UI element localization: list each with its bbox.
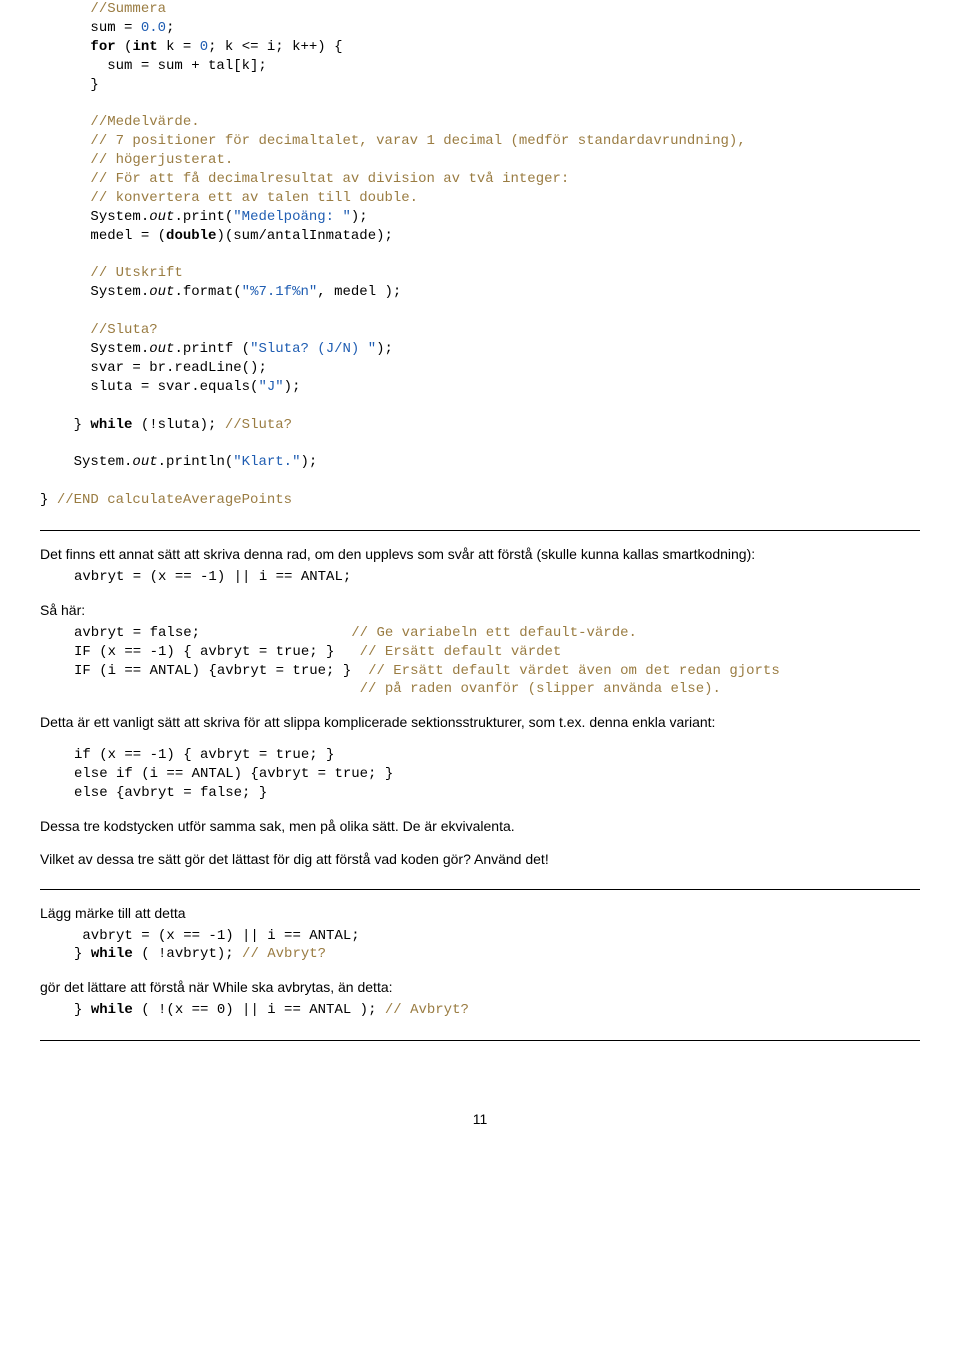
code-text: ( !(x == 0) || i == ANTAL ); (133, 1002, 385, 1018)
code-text: } (74, 417, 91, 433)
code-text: IF (x == -1) { avbryt = true; } (74, 644, 334, 660)
code-text: if (x == -1) { avbryt = true; } (74, 747, 334, 763)
comment: //Medelvärde. (90, 114, 199, 130)
comment: // 7 positioner för decimaltalet, varav … (90, 133, 745, 149)
keyword: while (91, 1002, 133, 1018)
code-text: sum = sum + tal[k]; (40, 58, 267, 74)
code-text: , medel ); (317, 284, 401, 300)
code-text: ); (376, 341, 393, 357)
divider (40, 889, 920, 890)
code-block: avbryt = (x == -1) || i == ANTAL; } whil… (40, 927, 920, 965)
code-text: System. (90, 341, 149, 357)
paragraph: Så här: (40, 601, 920, 620)
code: //Summera sum = 0.0; for (int k = 0; k <… (40, 0, 920, 510)
italic: out (149, 341, 174, 357)
comment: // För att få decimalresultat av divisio… (90, 171, 569, 187)
code-text: ); (300, 454, 317, 470)
code-text: IF (i == ANTAL) {avbryt = true; } (74, 663, 351, 679)
string: "Medelpoäng: " (233, 209, 351, 225)
code-text: System. (90, 209, 149, 225)
keyword: while (90, 417, 132, 433)
comment: //Sluta? (225, 417, 292, 433)
inline-code: avbryt = (x == -1) || i == ANTAL; (40, 568, 920, 587)
code-text: ; (166, 20, 174, 36)
code-text: System. (74, 454, 133, 470)
string: "J" (258, 379, 283, 395)
code-text: } (40, 492, 57, 508)
code-text: .println( (158, 454, 234, 470)
comment: // högerjusterat. (90, 152, 233, 168)
code-text: avbryt = (x == -1) || i == ANTAL; (82, 928, 359, 944)
comment: // Ersätt default värdet (360, 644, 562, 660)
literal: 0 (200, 39, 208, 55)
main-code-block: //Summera sum = 0.0; for (int k = 0; k <… (40, 0, 920, 510)
code-text: else if (i == ANTAL) {avbryt = true; } (74, 766, 393, 782)
code-text: (!sluta); (132, 417, 224, 433)
comment: // Ge variabeln ett default-värde. (351, 625, 637, 641)
code-block: avbryt = false; // Ge variabeln ett defa… (40, 624, 920, 700)
code-text: else {avbryt = false; } (74, 785, 267, 801)
code-text: ); (284, 379, 301, 395)
keyword: for (90, 39, 115, 55)
paragraph: gör det lättare att förstå när While ska… (40, 978, 920, 997)
code-text: k = (158, 39, 200, 55)
comment: // på raden ovanför (slipper använda els… (360, 681, 721, 697)
paragraph: Detta är ett vanligt sätt att skriva för… (40, 713, 920, 732)
paragraph: Dessa tre kodstycken utför samma sak, me… (40, 817, 920, 836)
literal: 0.0 (141, 20, 166, 36)
code-text: sum = (90, 20, 140, 36)
comment: // Utskrift (90, 265, 182, 281)
code-block: if (x == -1) { avbryt = true; } else if … (40, 746, 920, 803)
code-text: avbryt = (x == -1) || i == ANTAL; (74, 569, 351, 585)
comment: // Avbryt? (242, 946, 326, 962)
code-text: medel = ( (90, 228, 166, 244)
code-text: ); (351, 209, 368, 225)
italic: out (149, 209, 174, 225)
string: "Sluta? (J/N) " (250, 341, 376, 357)
paragraph: Vilket av dessa tre sätt gör det lättast… (40, 850, 920, 869)
keyword: double (166, 228, 216, 244)
divider (40, 1040, 920, 1041)
keyword: while (91, 946, 133, 962)
italic: out (132, 454, 157, 470)
code-text: )(sum/antalInmatade); (216, 228, 392, 244)
code-text: ( !avbryt); (133, 946, 242, 962)
code-text: } (74, 1002, 91, 1018)
code-text: .format( (174, 284, 241, 300)
code-text: .print( (174, 209, 233, 225)
comment: //END calculateAveragePoints (57, 492, 292, 508)
code-text: } (90, 77, 98, 93)
code-block: } while ( !(x == 0) || i == ANTAL ); // … (40, 1001, 920, 1020)
code-text: .printf ( (174, 341, 250, 357)
paragraph: Det finns ett annat sätt att skriva denn… (40, 545, 920, 564)
comment: //Sluta? (90, 322, 157, 338)
code-text: System. (90, 284, 149, 300)
string: "Klart." (233, 454, 300, 470)
comment: //Summera (90, 1, 166, 17)
string: "%7.1f%n" (242, 284, 318, 300)
code-text: sluta = svar.equals( (90, 379, 258, 395)
keyword: int (132, 39, 157, 55)
paragraph: Lägg märke till att detta (40, 904, 920, 923)
comment: // Avbryt? (385, 1002, 469, 1018)
code-text: ; k <= i; k++) { (208, 39, 342, 55)
comment: // Ersätt default värdet även om det red… (368, 663, 780, 679)
code-text: avbryt = false; (74, 625, 200, 641)
code-text: } (74, 946, 91, 962)
italic: out (149, 284, 174, 300)
page-number: 11 (40, 1111, 920, 1127)
comment: // konvertera ett av talen till double. (90, 190, 418, 206)
divider (40, 530, 920, 531)
code-text: svar = br.readLine(); (90, 360, 266, 376)
code-text: ( (116, 39, 133, 55)
page-container: //Summera sum = 0.0; for (int k = 0; k <… (0, 0, 960, 1167)
